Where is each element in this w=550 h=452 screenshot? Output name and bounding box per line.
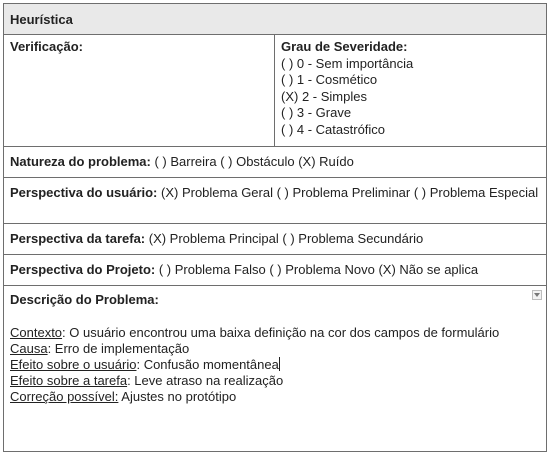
efeito-tarefa-line: Efeito sobre a tarefa: Leve atraso na re… (10, 373, 540, 389)
efeito-usuario-value: : Confusão momentânea (136, 357, 279, 372)
severity-option-4: ( ) 4 - Catastrófico (281, 121, 386, 137)
contexto-line: Contexto: O usuário encontrou uma baixa … (10, 325, 540, 341)
severity-option-3: ( ) 3 - Grave (281, 105, 352, 120)
severity-option-0: ( ) 0 - Sem importância (281, 55, 414, 71)
descricao-label: Descrição do Problema: (10, 292, 159, 307)
projeto-value: ( ) Problema Falso ( ) Problema Novo (X)… (155, 262, 479, 277)
usuario-row[interactable]: Perspectiva do usuário: (X) Problema Ger… (4, 178, 546, 224)
natureza-value: ( ) Barreira ( ) Obstáculo (X) Ruído (150, 154, 354, 169)
projeto-row[interactable]: Perspectiva do Projeto: ( ) Problema Fal… (4, 255, 546, 286)
correcao-label: Correção possível: (10, 389, 119, 404)
text-cursor (278, 357, 280, 371)
verification-label: Verificação: (10, 39, 83, 54)
severity-label: Grau de Severidade: (281, 39, 408, 54)
correcao-line: Correção possível: Ajustes no protótipo (10, 389, 540, 405)
usuario-label: Perspectiva do usuário: (10, 185, 158, 200)
severity-option-1: ( ) 1 - Cosmético (281, 72, 378, 87)
causa-label: Causa (10, 341, 48, 356)
header-title: Heurística (10, 12, 73, 27)
contexto-value: : O usuário encontrou uma baixa definiçã… (62, 325, 500, 340)
verification-row: Verificação: Grau de Severidade: ( ) 0 -… (4, 35, 546, 147)
usuario-value: (X) Problema Geral ( ) Problema Prelimin… (157, 185, 539, 200)
causa-line: Causa: Erro de implementação (10, 341, 540, 357)
table-header: Heurística (4, 4, 546, 35)
dropdown-arrow-icon[interactable] (532, 290, 542, 300)
tarefa-row[interactable]: Perspectiva da tarefa: (X) Problema Prin… (4, 224, 546, 255)
natureza-row[interactable]: Natureza do problema: ( ) Barreira ( ) O… (4, 147, 546, 178)
efeito-usuario-line: Efeito sobre o usuário: Confusão momentâ… (10, 357, 540, 373)
natureza-label: Natureza do problema: (10, 154, 151, 169)
descricao-cell[interactable]: Descrição do Problema: Contexto: O usuár… (4, 286, 546, 451)
causa-value: : Erro de implementação (47, 341, 190, 356)
contexto-label: Contexto (10, 325, 63, 340)
efeito-usuario-label: Efeito sobre o usuário (10, 357, 137, 372)
tarefa-value: (X) Problema Principal ( ) Problema Secu… (145, 231, 424, 246)
verification-cell[interactable]: Verificação: (4, 35, 275, 146)
severity-option-2: (X) 2 - Simples (281, 88, 367, 104)
heuristic-table: Heurística Verificação: Grau de Severida… (3, 3, 547, 452)
efeito-tarefa-label: Efeito sobre a tarefa (10, 373, 128, 388)
projeto-label: Perspectiva do Projeto: (10, 262, 156, 277)
correcao-value: Ajustes no protótipo (118, 389, 237, 404)
efeito-tarefa-value: : Leve atraso na realização (127, 373, 284, 388)
tarefa-label: Perspectiva da tarefa: (10, 231, 146, 246)
severity-cell[interactable]: Grau de Severidade: ( ) 0 - Sem importân… (275, 35, 546, 146)
